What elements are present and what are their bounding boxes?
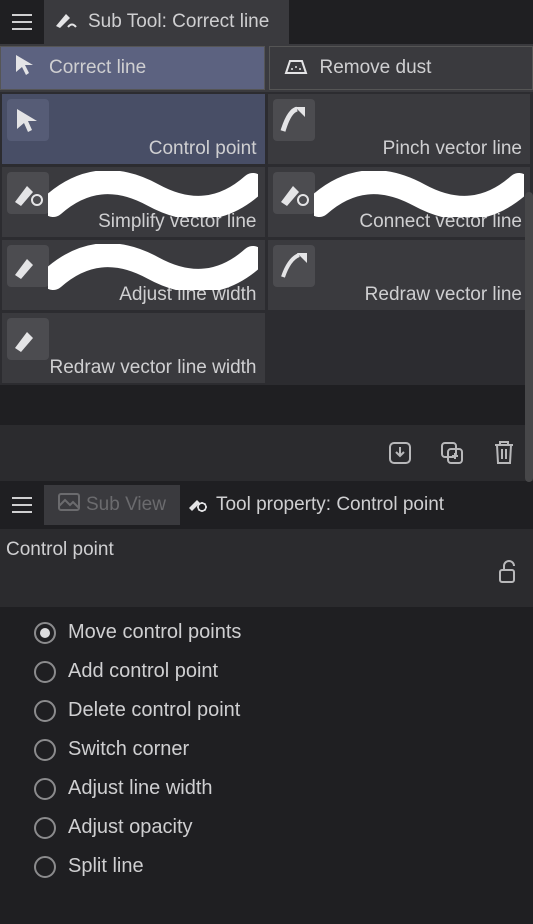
option-adjust-opacity[interactable]: Adjust opacity xyxy=(34,816,533,839)
radio-icon xyxy=(34,778,56,800)
redraw-icon xyxy=(273,245,315,287)
mode-label: Correct line xyxy=(49,57,146,79)
radio-icon xyxy=(34,661,56,683)
pinch-icon xyxy=(273,99,315,141)
scrollbar[interactable] xyxy=(525,192,533,482)
tool-label: Control point xyxy=(149,138,257,160)
pen-width-icon xyxy=(7,245,49,287)
pen-width-icon xyxy=(7,318,49,360)
option-adjust-line-width[interactable]: Adjust line width xyxy=(34,777,533,800)
property-name: Control point xyxy=(6,539,523,561)
tool-connect-vector-line[interactable]: Connect vector line xyxy=(268,167,531,237)
tool-property-tab[interactable]: Tool property: Control point xyxy=(186,485,444,525)
tool-pinch-vector-line[interactable]: Pinch vector line xyxy=(268,94,531,164)
dust-icon xyxy=(282,53,310,83)
correct-line-mode[interactable]: Correct line xyxy=(0,46,265,90)
pen-icon xyxy=(54,10,78,35)
option-label: Add control point xyxy=(68,660,218,683)
subtool-title: Sub Tool: Correct line xyxy=(88,11,269,33)
option-move-control-points[interactable]: Move control points xyxy=(34,621,533,644)
option-add-control-point[interactable]: Add control point xyxy=(34,660,533,683)
tool-redraw-vector-line-width[interactable]: Redraw vector line width xyxy=(2,313,265,383)
tool-property-label: Tool property: Control point xyxy=(216,494,444,516)
cursor-icon xyxy=(13,52,39,84)
property-panel-head: Control point xyxy=(0,529,533,607)
trash-icon[interactable] xyxy=(489,438,519,468)
radio-icon xyxy=(34,700,56,722)
radio-icon xyxy=(34,622,56,644)
option-label: Adjust line width xyxy=(68,777,213,800)
option-switch-corner[interactable]: Switch corner xyxy=(34,738,533,761)
pen-curve-icon xyxy=(273,172,315,214)
option-label: Split line xyxy=(68,855,144,878)
subview-tab[interactable]: Sub View xyxy=(44,485,180,525)
radio-icon xyxy=(34,817,56,839)
tool-label: Pinch vector line xyxy=(383,138,522,160)
image-icon xyxy=(58,493,80,517)
option-split-line[interactable]: Split line xyxy=(34,855,533,878)
duplicate-icon[interactable] xyxy=(437,438,467,468)
cursor-icon xyxy=(7,99,49,141)
empty-cell xyxy=(268,313,531,383)
subview-label: Sub View xyxy=(86,494,166,516)
tool-simplify-vector-line[interactable]: Simplify vector line xyxy=(2,167,265,237)
property-options: Move control points Add control point Dele… xyxy=(0,607,533,878)
tool-redraw-vector-line[interactable]: Redraw vector line xyxy=(268,240,531,310)
option-label: Switch corner xyxy=(68,738,189,761)
mode-row: Correct line Remove dust xyxy=(0,44,533,92)
tool-label: Redraw vector line width xyxy=(50,357,257,379)
tool-label: Adjust line width xyxy=(119,284,256,306)
mode-label: Remove dust xyxy=(320,57,432,79)
option-label: Delete control point xyxy=(68,699,240,722)
tool-grid: Control point Pinch vector line Simplify v… xyxy=(0,92,533,385)
action-bar xyxy=(0,425,533,481)
tool-control-point[interactable]: Control point xyxy=(2,94,265,164)
pen-curve-icon xyxy=(7,172,49,214)
download-icon[interactable] xyxy=(385,438,415,468)
radio-icon xyxy=(34,856,56,878)
tool-adjust-line-width[interactable]: Adjust line width xyxy=(2,240,265,310)
wrench-icon xyxy=(186,491,208,519)
tool-label: Redraw vector line xyxy=(365,284,522,306)
option-label: Adjust opacity xyxy=(68,816,193,839)
remove-dust-mode[interactable]: Remove dust xyxy=(269,46,533,90)
option-label: Move control points xyxy=(68,621,241,644)
subtool-tab[interactable]: Sub Tool: Correct line xyxy=(44,0,289,44)
lock-icon[interactable] xyxy=(497,560,519,589)
radio-icon xyxy=(34,739,56,761)
menu-icon[interactable] xyxy=(0,0,44,44)
menu-icon[interactable] xyxy=(0,483,44,527)
tool-label: Simplify vector line xyxy=(98,211,256,233)
option-delete-control-point[interactable]: Delete control point xyxy=(34,699,533,722)
tool-label: Connect vector line xyxy=(359,211,522,233)
